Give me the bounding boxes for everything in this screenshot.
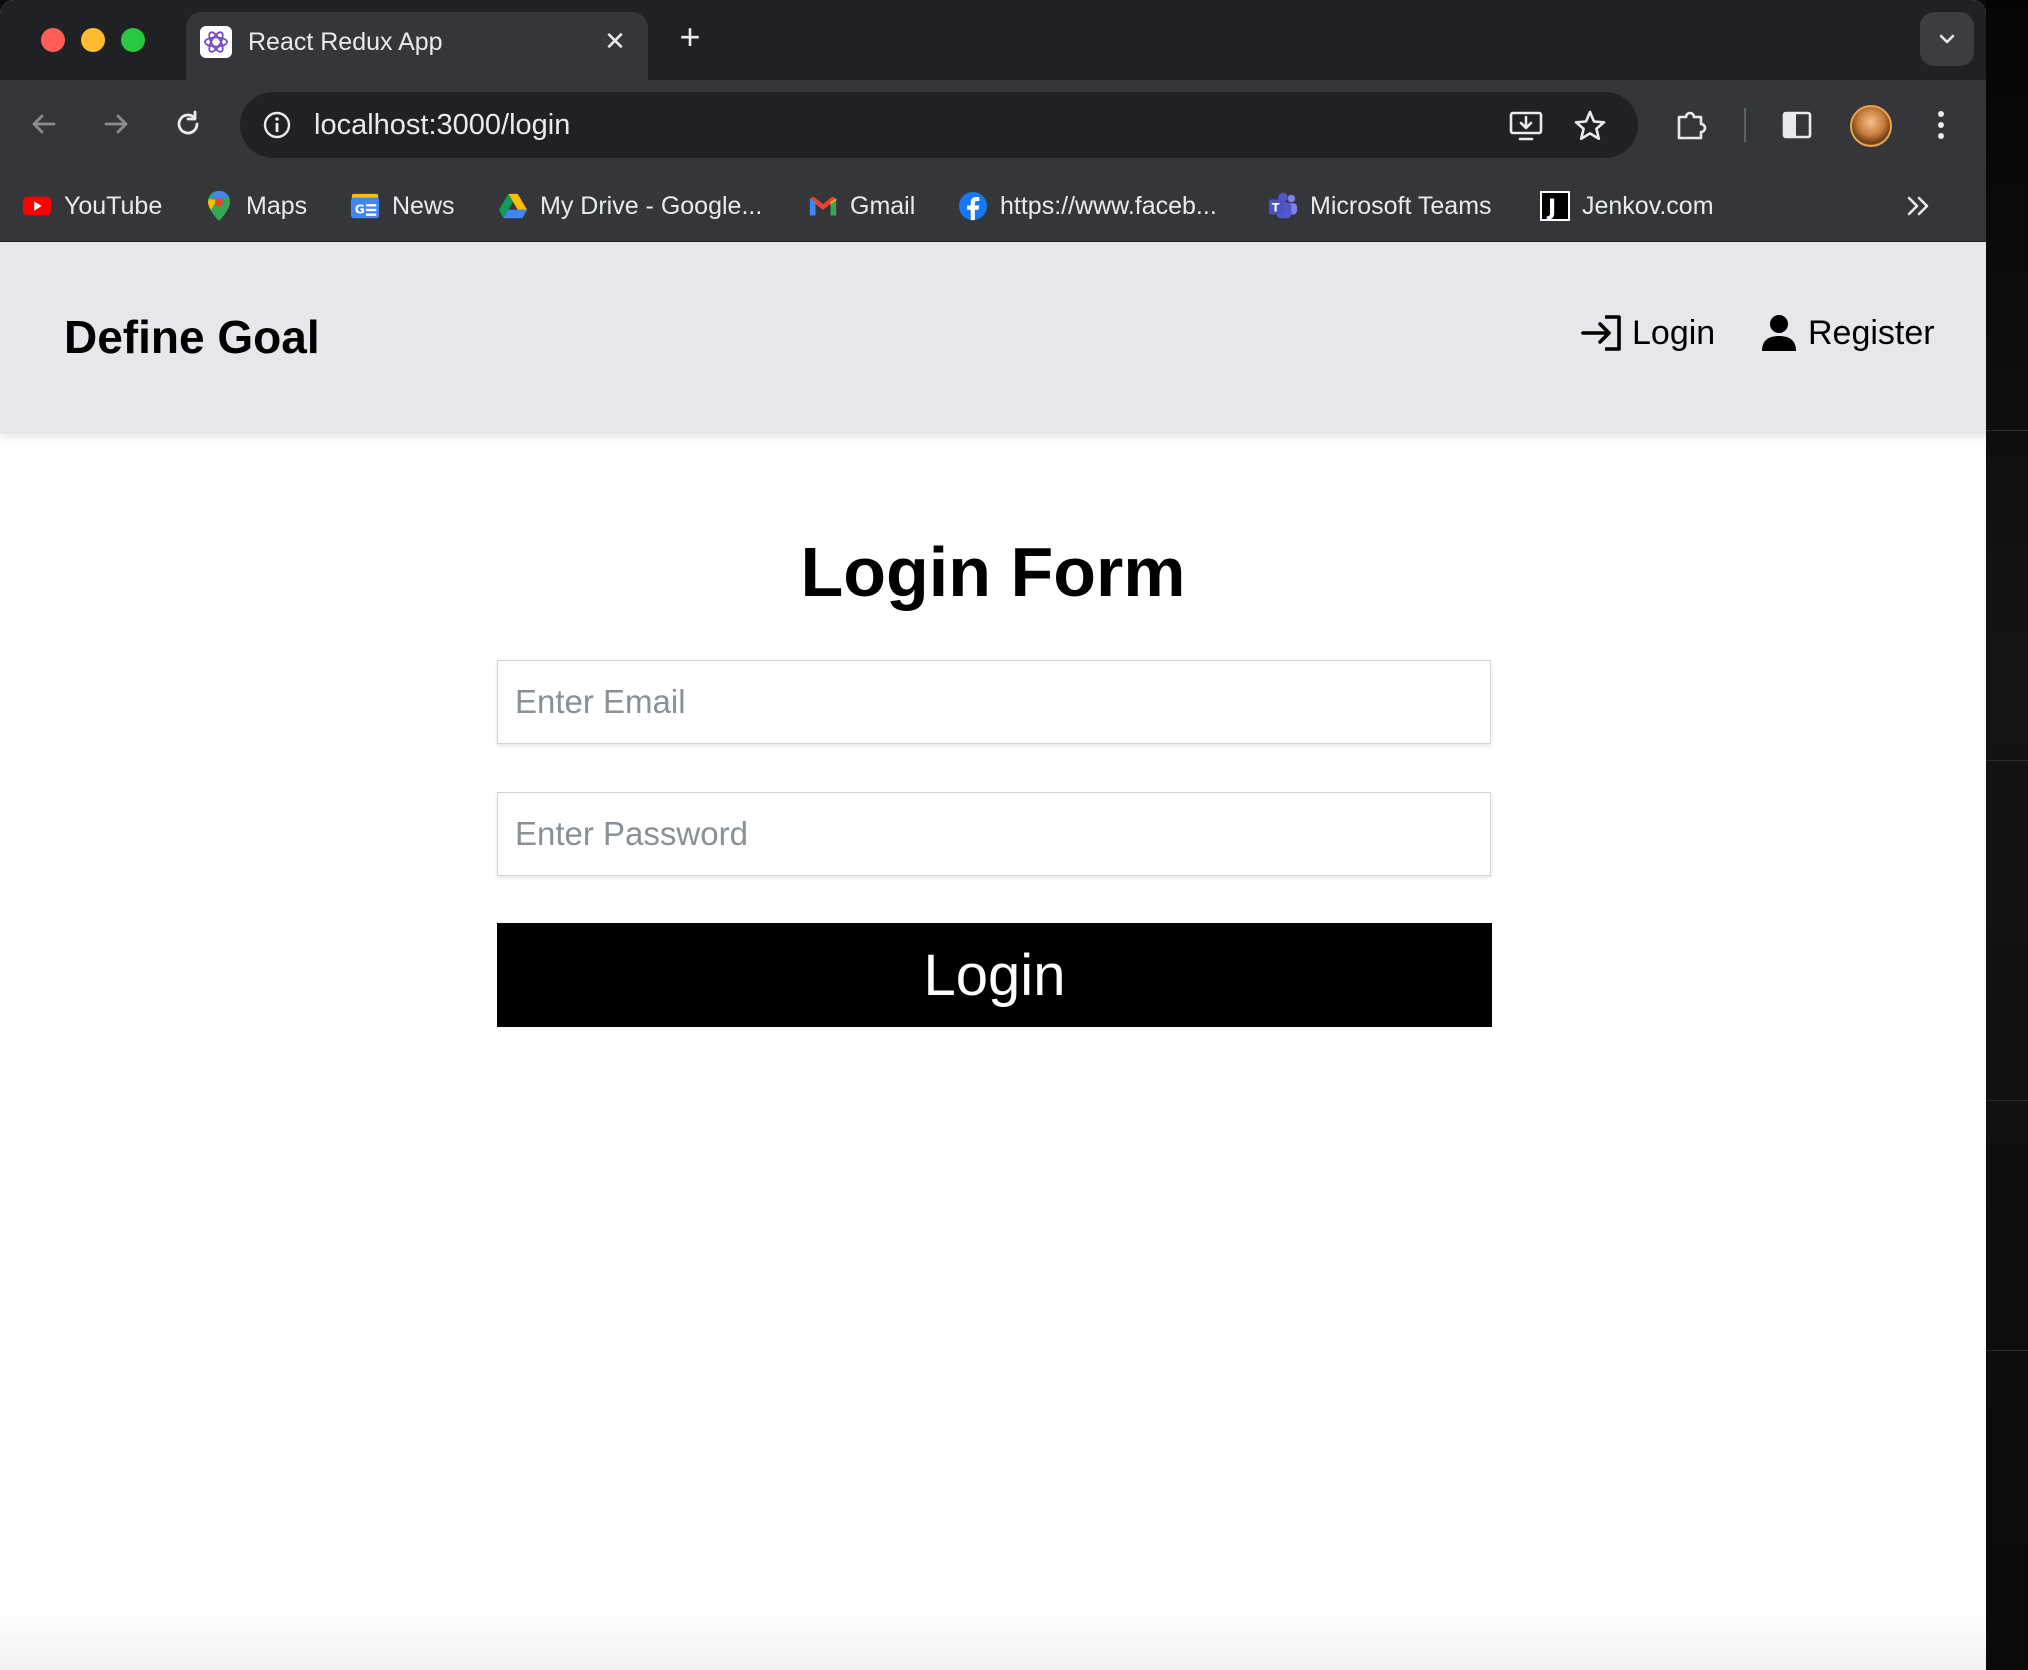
bookmark-maps[interactable]: Maps bbox=[204, 186, 307, 226]
page-bottom-shadow bbox=[0, 1610, 1986, 1670]
back-button[interactable] bbox=[22, 102, 66, 146]
svg-text:J: J bbox=[1546, 196, 1556, 221]
bookmark-my-drive[interactable]: My Drive - Google... bbox=[498, 186, 762, 226]
bookmark-star-icon[interactable] bbox=[1570, 106, 1610, 146]
minimize-window-button[interactable] bbox=[81, 28, 105, 52]
tab-title: React Redux App bbox=[248, 28, 443, 56]
nav-register-label: Register bbox=[1808, 313, 1935, 352]
browser-toolbar: localhost:3000/login bbox=[0, 80, 1986, 170]
more-menu-icon[interactable] bbox=[1918, 102, 1964, 148]
gmail-icon bbox=[808, 191, 838, 221]
install-app-icon[interactable] bbox=[1506, 106, 1546, 146]
drive-icon bbox=[498, 191, 528, 221]
url-text[interactable]: localhost:3000/login bbox=[314, 106, 570, 144]
sign-in-icon bbox=[1580, 310, 1626, 356]
forward-button[interactable] bbox=[94, 102, 138, 146]
extensions-icon[interactable] bbox=[1668, 102, 1714, 148]
user-icon bbox=[1756, 310, 1802, 356]
svg-text:T: T bbox=[1272, 202, 1280, 215]
news-icon: G bbox=[350, 191, 380, 221]
tab-close-icon[interactable]: ✕ bbox=[600, 26, 630, 56]
nav-login-link[interactable]: Login bbox=[1580, 308, 1715, 358]
bookmark-youtube[interactable]: YouTube bbox=[22, 186, 162, 226]
nav-register-link[interactable]: Register bbox=[1756, 308, 1935, 358]
profile-avatar[interactable] bbox=[1850, 105, 1892, 147]
maps-icon bbox=[204, 191, 234, 221]
chevron-down-icon bbox=[1939, 34, 1955, 44]
tab-react-redux-app[interactable]: React Redux App ✕ bbox=[186, 12, 648, 80]
page-title: Login Form bbox=[800, 533, 1186, 611]
jenkov-icon: J bbox=[1540, 191, 1570, 221]
login-submit-button[interactable]: Login bbox=[497, 923, 1492, 1027]
site-brand[interactable]: Define Goal bbox=[64, 308, 320, 366]
nav-login-label: Login bbox=[1632, 313, 1716, 352]
bookmark-microsoft-teams[interactable]: T Microsoft Teams bbox=[1268, 186, 1492, 226]
site-info-icon[interactable] bbox=[260, 108, 294, 142]
reload-icon bbox=[177, 110, 199, 135]
facebook-icon bbox=[958, 191, 988, 221]
bookmark-news[interactable]: G News bbox=[350, 186, 455, 226]
bookmark-gmail[interactable]: Gmail bbox=[808, 186, 915, 226]
tab-search-button[interactable] bbox=[1920, 12, 1974, 66]
browser-window: React Redux App ✕ + localhost:3000/login… bbox=[0, 0, 1986, 1670]
tab-strip: React Redux App ✕ + bbox=[0, 0, 1986, 80]
bookmarks-overflow-chevron-icon[interactable] bbox=[1900, 188, 1936, 224]
close-window-button[interactable] bbox=[41, 28, 65, 52]
address-bar[interactable]: localhost:3000/login bbox=[240, 92, 1638, 158]
bookmark-facebook[interactable]: https://www.faceb... bbox=[958, 186, 1217, 226]
react-favicon-icon bbox=[200, 26, 232, 58]
password-input[interactable] bbox=[497, 792, 1491, 876]
desktop-background bbox=[1986, 0, 2028, 1670]
new-tab-button[interactable]: + bbox=[672, 19, 708, 56]
toolbar-divider bbox=[1744, 108, 1746, 142]
bookmarks-bar: YouTube Maps G News My Drive - Google...… bbox=[0, 170, 1986, 242]
page-content: Define Goal Login Register Login Form En… bbox=[0, 242, 1986, 1670]
site-header: Define Goal Login Register bbox=[0, 242, 1986, 434]
reload-button[interactable] bbox=[166, 102, 210, 146]
arrow-right-icon bbox=[104, 114, 128, 134]
side-panel-icon[interactable] bbox=[1774, 102, 1820, 148]
svg-text:G: G bbox=[355, 203, 365, 217]
bookmark-jenkov[interactable]: J Jenkov.com bbox=[1540, 186, 1714, 226]
maximize-window-button[interactable] bbox=[121, 28, 145, 52]
youtube-icon bbox=[22, 191, 52, 221]
arrow-left-icon bbox=[32, 114, 56, 134]
email-input[interactable] bbox=[497, 660, 1491, 744]
teams-icon: T bbox=[1268, 191, 1298, 221]
